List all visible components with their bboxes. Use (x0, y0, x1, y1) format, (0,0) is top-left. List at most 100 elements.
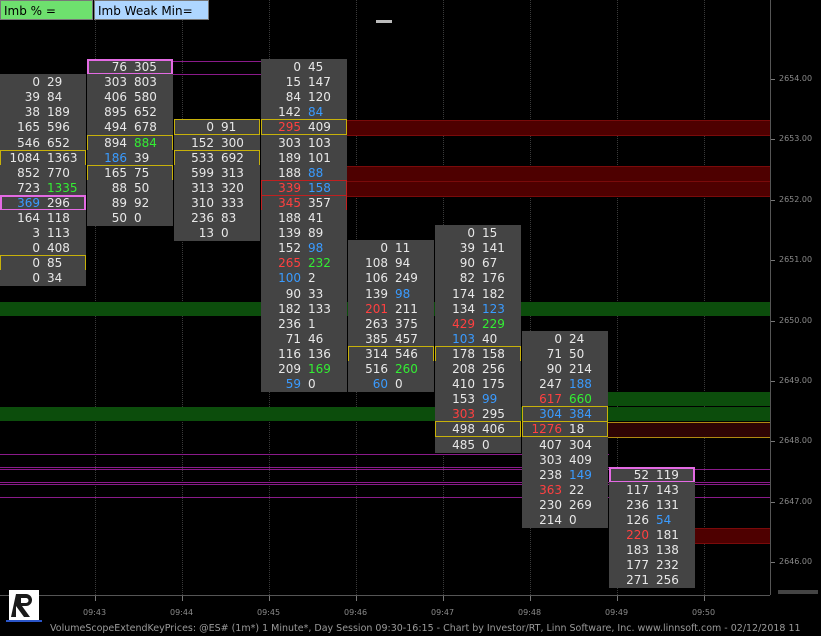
price-level-cell[interactable]: 209 169 (261, 361, 347, 377)
price-level-cell[interactable]: 59 0 (261, 376, 347, 393)
price-level-cell[interactable]: 406 580 (87, 89, 173, 106)
price-level-cell[interactable]: 139 89 (261, 225, 347, 242)
price-level-cell[interactable]: 165 596 (0, 119, 86, 136)
price-level-cell[interactable]: 188 41 (261, 210, 347, 226)
price-level-cell[interactable]: 152 98 (261, 240, 347, 257)
price-level-cell[interactable]: 39 84 (0, 89, 86, 106)
price-level-cell[interactable]: 152 300 (174, 134, 260, 151)
scroll-handle[interactable] (376, 20, 392, 23)
price-level-cell[interactable]: 134 123 (435, 300, 521, 317)
price-level-cell[interactable]: 0 11 (348, 240, 434, 257)
price-level-cell[interactable]: 188 88 (261, 164, 347, 181)
price-level-cell[interactable]: 313 320 (174, 179, 260, 196)
price-level-cell[interactable]: 178 158 (435, 345, 521, 362)
price-level-cell[interactable]: 82 176 (435, 270, 521, 287)
price-level-cell[interactable]: 263 375 (348, 315, 434, 332)
price-level-cell[interactable]: 0 29 (0, 74, 86, 91)
price-level-cell[interactable]: 183 138 (609, 542, 695, 559)
price-level-cell[interactable]: 117 143 (609, 481, 695, 498)
price-level-cell[interactable]: 208 256 (435, 361, 521, 377)
price-level-cell[interactable]: 894 884 (87, 134, 173, 151)
price-level-cell[interactable]: 13 0 (174, 225, 260, 242)
price-level-cell[interactable]: 126 54 (609, 512, 695, 528)
volume-footprint-chart[interactable]: 0 29 39 84 38 189 165 596 546 652 1084 1363 852 770 72… (0, 0, 770, 595)
price-level-cell[interactable]: 39 141 (435, 240, 521, 257)
price-level-cell[interactable]: 108 94 (348, 255, 434, 272)
price-level-cell[interactable]: 1276 18 (522, 421, 608, 438)
price-level-cell[interactable]: 220 181 (609, 527, 695, 544)
price-level-cell[interactable]: 617 660 (522, 391, 608, 408)
price-level-cell[interactable]: 0 45 (261, 59, 347, 75)
price-level-cell[interactable]: 103 40 (435, 330, 521, 347)
price-level-cell[interactable]: 895 652 (87, 104, 173, 121)
price-level-cell[interactable]: 90 33 (261, 285, 347, 302)
price-level-cell[interactable]: 201 211 (348, 300, 434, 317)
time-axis[interactable]: 09:43 09:44 09:45 09:46 09:47 09:48 09:49 09:50 (0, 595, 770, 623)
price-level-cell[interactable]: 177 232 (609, 557, 695, 574)
price-level-cell[interactable]: 363 22 (522, 481, 608, 498)
price-level-cell[interactable]: 498 406 (435, 421, 521, 438)
price-axis[interactable]: 2654.00 2653.00 2652.00 2651.00 2650.00 2649.… (770, 0, 821, 595)
price-level-cell[interactable]: 310 333 (174, 194, 260, 211)
price-level-cell[interactable]: 89 92 (87, 194, 173, 211)
price-level-cell[interactable]: 369 296 (0, 194, 86, 211)
price-level-cell[interactable]: 1084 1363 (0, 149, 86, 166)
price-level-cell[interactable]: 852 770 (0, 164, 86, 181)
price-level-cell[interactable]: 84 120 (261, 89, 347, 106)
price-level-cell[interactable]: 100 2 (261, 270, 347, 287)
price-level-cell[interactable]: 189 101 (261, 149, 347, 166)
price-level-cell[interactable]: 314 546 (348, 345, 434, 362)
price-level-cell[interactable]: 142 84 (261, 104, 347, 121)
price-level-cell[interactable]: 238 149 (522, 466, 608, 483)
price-level-cell[interactable]: 599 313 (174, 164, 260, 181)
price-level-cell[interactable]: 546 652 (0, 134, 86, 151)
price-level-cell[interactable]: 303 295 (435, 406, 521, 423)
price-level-cell[interactable]: 247 188 (522, 376, 608, 393)
price-level-cell[interactable]: 71 46 (261, 330, 347, 347)
price-level-cell[interactable]: 303 803 (87, 74, 173, 91)
price-level-cell[interactable]: 164 118 (0, 210, 86, 226)
price-level-cell[interactable]: 429 229 (435, 315, 521, 332)
price-level-cell[interactable]: 339 158 (261, 179, 347, 196)
price-level-cell[interactable]: 295 409 (261, 119, 347, 136)
price-level-cell[interactable]: 174 182 (435, 285, 521, 302)
price-level-cell[interactable]: 88 50 (87, 179, 173, 196)
price-level-cell[interactable]: 265 232 (261, 255, 347, 272)
price-level-cell[interactable]: 271 256 (609, 572, 695, 589)
price-level-cell[interactable]: 303 103 (261, 134, 347, 151)
price-level-cell[interactable]: 106 249 (348, 270, 434, 287)
price-level-cell[interactable]: 52 119 (609, 466, 695, 483)
price-level-cell[interactable]: 38 189 (0, 104, 86, 121)
price-level-cell[interactable]: 71 50 (522, 345, 608, 362)
price-level-cell[interactable]: 90 214 (522, 361, 608, 377)
price-level-cell[interactable]: 236 83 (174, 210, 260, 226)
price-level-cell[interactable]: 236 1 (261, 315, 347, 332)
price-level-cell[interactable]: 494 678 (87, 119, 173, 136)
price-level-cell[interactable]: 345 357 (261, 194, 347, 211)
price-level-cell[interactable]: 385 457 (348, 330, 434, 347)
price-level-cell[interactable]: 186 39 (87, 149, 173, 166)
price-level-cell[interactable]: 236 131 (609, 496, 695, 513)
price-level-cell[interactable]: 723 1335 (0, 179, 86, 196)
price-level-cell[interactable]: 15 147 (261, 74, 347, 91)
price-level-cell[interactable]: 304 384 (522, 406, 608, 423)
price-level-cell[interactable]: 0 85 (0, 255, 86, 272)
price-level-cell[interactable]: 0 408 (0, 240, 86, 257)
price-level-cell[interactable]: 165 75 (87, 164, 173, 181)
price-level-cell[interactable]: 214 0 (522, 512, 608, 528)
price-level-cell[interactable]: 153 99 (435, 391, 521, 408)
price-level-cell[interactable]: 139 98 (348, 285, 434, 302)
price-level-cell[interactable]: 50 0 (87, 210, 173, 226)
price-level-cell[interactable]: 303 409 (522, 451, 608, 468)
price-level-cell[interactable]: 0 34 (0, 270, 86, 287)
price-level-cell[interactable]: 230 269 (522, 496, 608, 513)
price-level-cell[interactable]: 533 692 (174, 149, 260, 166)
price-level-cell[interactable]: 410 175 (435, 376, 521, 393)
price-level-cell[interactable]: 90 67 (435, 255, 521, 272)
price-level-cell[interactable]: 0 15 (435, 225, 521, 242)
price-level-cell[interactable]: 116 136 (261, 345, 347, 362)
price-level-cell[interactable]: 3 113 (0, 225, 86, 242)
price-level-cell[interactable]: 0 24 (522, 330, 608, 347)
price-level-cell[interactable]: 485 0 (435, 436, 521, 453)
price-level-cell[interactable]: 182 133 (261, 300, 347, 317)
